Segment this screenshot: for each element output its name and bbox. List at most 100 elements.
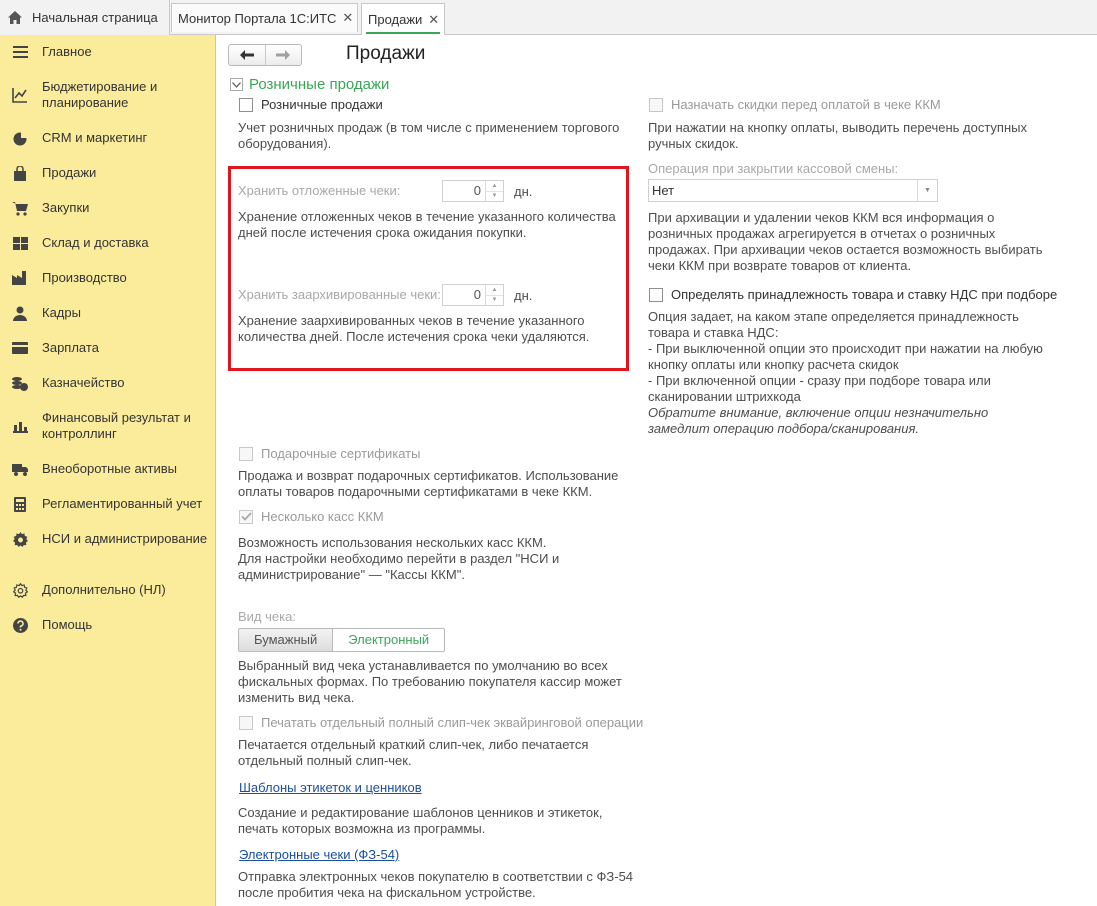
keep-deferred-label: Хранить отложенные чеки: (238, 183, 401, 198)
receipt-type-toggle: Бумажный Электронный (238, 628, 446, 652)
tab-portal-monitor[interactable]: Монитор Портала 1С:ИТС ✕ (171, 3, 358, 32)
sidebar-item-additional[interactable]: Дополнительно (НЛ) (0, 582, 216, 598)
coins-icon (12, 375, 28, 391)
desc-line: розничных продажах агрегируется в отчета… (648, 226, 996, 241)
receipt-type-electronic-button[interactable]: Электронный (333, 629, 445, 651)
gift-cert-option[interactable]: Подарочные сертификаты (239, 446, 420, 461)
sidebar-item-purchases[interactable]: Закупки (0, 200, 216, 216)
sidebar-item-budgeting[interactable]: Бюджетирование и планирование (0, 79, 216, 111)
discounts-desc: При нажатии на кнопку оплаты, выводить п… (648, 120, 1027, 152)
sidebar-item-warehouse[interactable]: Склад и доставка (0, 235, 216, 251)
desc-line: замедлит операцию подбора/сканирования. (648, 421, 920, 436)
sidebar-item-admin[interactable]: НСИ и администрирование (0, 531, 216, 547)
spinner[interactable]: ▲ ▼ (485, 285, 503, 305)
budget-chart-icon (12, 87, 28, 103)
spinner[interactable]: ▲ ▼ (485, 181, 503, 201)
group-retail-sales[interactable]: Розничные продажи (230, 76, 389, 93)
desc-line: Возможность использования нескольких кас… (238, 535, 547, 550)
e-receipts-link[interactable]: Электронные чеки (ФЗ-54) (239, 847, 399, 862)
desc-line: При нажатии на кнопку оплаты, выводить п… (648, 120, 1027, 135)
discounts-option[interactable]: Назначать скидки перед оплатой в чеке КК… (649, 97, 941, 112)
keep-archived-unit: дн. (514, 288, 533, 303)
keep-deferred-unit: дн. (514, 184, 533, 199)
sidebar-item-regulated-accounting[interactable]: Регламентированный учет (0, 496, 216, 512)
desc-line: печать которых возможна из программы. (238, 821, 486, 836)
slip-checkbox[interactable] (239, 715, 253, 730)
sidebar-item-salary[interactable]: Зарплата (0, 340, 216, 356)
sidebar-item-crm[interactable]: CRM и маркетинг (0, 130, 216, 146)
gift-cert-desc: Продажа и возврат подарочных сертификато… (238, 468, 618, 500)
vat-note: Обратите внимание, включение опции незна… (648, 405, 988, 437)
arrow-left-icon (239, 50, 254, 60)
multi-kkm-option[interactable]: Несколько касс ККМ (239, 509, 384, 524)
sidebar-item-label: Помощь (42, 617, 93, 632)
spin-down-icon[interactable]: ▼ (486, 190, 503, 202)
gear-outline-icon (12, 582, 28, 598)
sidebar-item-treasury[interactable]: Казначейство (0, 375, 216, 391)
desc-line: отдельный полный слип-чек. (238, 753, 412, 768)
desc-line: Печатается отдельный краткий слип-чек, л… (238, 737, 589, 752)
tab-home[interactable]: Начальная страница (0, 0, 170, 35)
keep-archived-desc: Хранение заархивированных чеков в течени… (238, 313, 589, 345)
close-icon[interactable]: ✕ (428, 12, 439, 28)
retail-sales-label: Розничные продажи (261, 97, 383, 112)
desc-line: Отправка электронных чеков покупателю в … (238, 869, 634, 884)
cart-icon (12, 200, 28, 216)
sidebar-item-help[interactable]: Помощь (0, 617, 216, 633)
receipt-type-desc: Выбранный вид чека устанавливается по ум… (238, 658, 622, 706)
e-receipts-desc: Отправка электронных чеков покупателю в … (238, 869, 633, 901)
spin-down-icon[interactable]: ▼ (486, 294, 503, 306)
sidebar-item-production[interactable]: Производство (0, 270, 216, 286)
keep-deferred-input[interactable]: 0 ▲ ▼ (442, 180, 504, 202)
vat-checkbox[interactable] (649, 287, 663, 302)
discounts-checkbox[interactable] (649, 97, 663, 112)
tab-sales-label: Продажи (368, 12, 423, 27)
keep-archived-value: 0 (473, 287, 481, 302)
sidebar-item-label: Внеоборотные активы (42, 461, 178, 476)
chevron-down-icon[interactable]: ▼ (917, 180, 937, 201)
question-icon (12, 617, 28, 633)
templates-link[interactable]: Шаблоны этикеток и ценников (239, 780, 422, 795)
back-button[interactable] (229, 45, 265, 65)
menu-lines-icon (12, 44, 28, 60)
desc-line: оборудования). (238, 136, 332, 151)
sidebar-item-label: Производство (42, 270, 127, 285)
retail-sales-checkbox[interactable] (239, 97, 253, 112)
spin-up-icon[interactable]: ▲ (486, 181, 503, 191)
factory-icon (12, 270, 28, 286)
desc-line: дней после истечения срока ожидания поку… (238, 225, 527, 240)
templates-desc: Создание и редактирование шаблонов ценни… (238, 805, 602, 837)
desc-line: количества дней. После истечения срока ч… (238, 329, 590, 344)
shift-close-select[interactable]: Нет ▼ (648, 179, 938, 202)
spin-up-icon[interactable]: ▲ (486, 285, 503, 295)
multi-kkm-checkbox[interactable] (239, 509, 253, 524)
sidebar-item-fixed-assets[interactable]: Внеоборотные активы (0, 461, 216, 477)
tab-portal-monitor-label: Монитор Портала 1С:ИТС (178, 10, 337, 26)
slip-option[interactable]: Печатать отдельный полный слип-чек эквай… (239, 715, 643, 730)
keep-archived-label: Хранить заархивированные чеки: (238, 287, 441, 302)
sidebar-item-financial-result[interactable]: Финансовый результат и контроллинг (0, 410, 216, 442)
chevron-down-icon[interactable] (230, 78, 243, 91)
forward-button[interactable] (264, 45, 302, 65)
sidebar-item-sales[interactable]: Продажи (0, 165, 216, 181)
vat-option[interactable]: Определять принадлежность товара и ставк… (649, 287, 1057, 302)
gift-cert-checkbox[interactable] (239, 446, 253, 461)
desc-line: Хранение отложенных чеков в течение указ… (238, 209, 616, 224)
sidebar-item-main[interactable]: Главное (0, 44, 216, 60)
tab-sales[interactable]: Продажи ✕ (361, 3, 445, 35)
keep-archived-input[interactable]: 0 ▲ ▼ (442, 284, 504, 306)
receipt-type-paper-button[interactable]: Бумажный (239, 629, 334, 651)
close-icon[interactable]: ✕ (342, 10, 353, 26)
desc-line: оплаты товаров подарочными сертификатами… (238, 484, 593, 499)
shift-close-value: Нет (652, 183, 675, 198)
sidebar-item-label: Главное (42, 44, 92, 59)
shopping-bag-icon (12, 165, 28, 181)
keep-deferred-desc: Хранение отложенных чеков в течение указ… (238, 209, 616, 241)
desc-line: - При включенной опции - сразу при подбо… (648, 373, 991, 388)
retail-sales-option[interactable]: Розничные продажи (239, 97, 383, 112)
pie-chart-icon (12, 130, 28, 146)
sidebar-item-hr[interactable]: Кадры (0, 305, 216, 321)
desc-line: чеки ККМ при возврате товаров от клиента… (648, 258, 912, 273)
sidebar-item-label: Закупки (42, 200, 90, 215)
multi-kkm-desc: Возможность использования нескольких кас… (238, 535, 559, 583)
